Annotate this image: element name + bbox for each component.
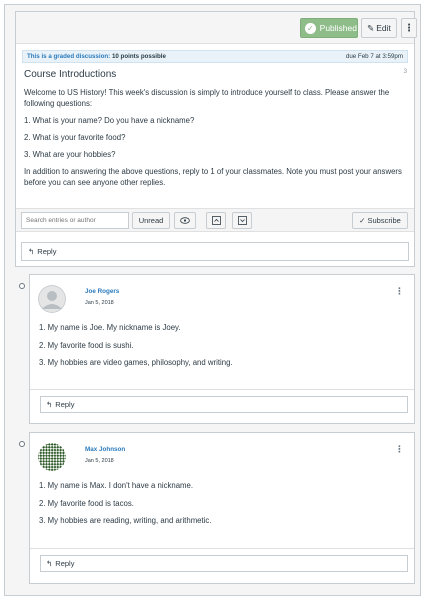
graded-info: This is a graded discussion: 10 points p… bbox=[27, 53, 166, 60]
subscribe-button[interactable]: ✓ Subscribe bbox=[352, 212, 408, 229]
entry-reply-button[interactable]: ↰ Reply bbox=[40, 396, 408, 413]
published-button[interactable]: ✓ Published bbox=[300, 18, 358, 38]
reply-arrow-icon: ↰ bbox=[28, 247, 35, 256]
avatar[interactable] bbox=[38, 443, 66, 471]
entry-date: Jan 5, 2018 bbox=[85, 300, 114, 306]
published-label: Published bbox=[319, 23, 357, 33]
entry-unread-indicator bbox=[19, 441, 25, 447]
entry-footer: ↰ Reply bbox=[30, 548, 414, 576]
unread-filter-button[interactable]: Unread bbox=[132, 212, 170, 229]
topic-title: Course Introductions bbox=[24, 69, 117, 80]
expand-all-button[interactable] bbox=[232, 212, 252, 229]
kebab-menu-icon[interactable]: ⋮ bbox=[395, 286, 404, 297]
entry-unread-indicator bbox=[19, 283, 25, 289]
entry-header: Joe Rogers Jan 5, 2018 ⋮ bbox=[30, 275, 414, 315]
entry-message: 1. My name is Max. I don't have a nickna… bbox=[30, 473, 414, 526]
graded-label: This is a graded discussion: bbox=[27, 53, 111, 60]
entry-date: Jan 5, 2018 bbox=[85, 458, 114, 464]
graded-discussion-banner: This is a graded discussion: 10 points p… bbox=[22, 50, 408, 63]
discussion-entry: Joe Rogers Jan 5, 2018 ⋮ 1. My name is J… bbox=[29, 274, 415, 424]
entry-header: Max Johnson Jan 5, 2018 ⋮ bbox=[30, 433, 414, 473]
expand-button[interactable] bbox=[174, 212, 196, 229]
topic-toolbar: ✓ Published ✎ Edit ⋮ bbox=[16, 12, 417, 44]
topic-paragraph: 1. What is your name? Do you have a nick… bbox=[24, 116, 195, 125]
due-date: due Feb 7 at 3:59pm bbox=[345, 53, 403, 60]
collapse-all-button[interactable] bbox=[206, 212, 226, 229]
topic-paragraph: 3. What are your hobbies? bbox=[24, 150, 116, 159]
kebab-menu-icon: ⋮ bbox=[404, 22, 414, 34]
topic-message: Welcome to US History! This week's discu… bbox=[16, 80, 414, 188]
points-possible: 10 points possible bbox=[111, 53, 166, 60]
entry-line: 3. My hobbies are reading, writing, and … bbox=[39, 516, 212, 525]
reply-label: Reply bbox=[55, 559, 75, 568]
kebab-menu-button[interactable]: ⋮ bbox=[401, 18, 417, 38]
entry-footer: ↰ Reply bbox=[30, 389, 414, 417]
pencil-icon: ✎ bbox=[367, 22, 375, 33]
collapse-icon bbox=[211, 216, 221, 225]
author-name[interactable]: Max Johnson bbox=[85, 446, 125, 453]
topic-paragraph: Welcome to US History! This week's discu… bbox=[24, 88, 390, 108]
topic-title-row: Course Introductions 3 bbox=[16, 63, 414, 80]
topic-paragraph: In addition to answering the above quest… bbox=[24, 167, 402, 187]
entry-line: 3. My hobbies are video games, philosoph… bbox=[39, 358, 233, 367]
kebab-menu-icon[interactable]: ⋮ bbox=[395, 444, 404, 455]
check-icon: ✓ bbox=[305, 22, 316, 34]
author-name[interactable]: Joe Rogers bbox=[85, 288, 119, 295]
eye-icon bbox=[180, 217, 190, 224]
entry-line: 1. My name is Joe. My nickname is Joey. bbox=[39, 323, 181, 332]
edit-label: Edit bbox=[376, 23, 391, 33]
discussion-topic-panel: ✓ Published ✎ Edit ⋮ This is a graded di… bbox=[15, 11, 417, 267]
discussion-page: ✓ Published ✎ Edit ⋮ This is a graded di… bbox=[4, 4, 421, 596]
entry-reply-button[interactable]: ↰ Reply bbox=[40, 555, 408, 572]
topic-reply-button[interactable]: ↰ Reply bbox=[21, 242, 409, 261]
subscribe-label: Subscribe bbox=[367, 216, 401, 225]
entry-message: 1. My name is Joe. My nickname is Joey. … bbox=[30, 315, 414, 368]
checkmark-icon: ✓ bbox=[359, 216, 366, 225]
entry-line: 1. My name is Max. I don't have a nickna… bbox=[39, 481, 194, 490]
topic-paragraph: 2. What is your favorite food? bbox=[24, 133, 126, 142]
pattern-avatar-icon bbox=[38, 443, 66, 471]
expand-icon bbox=[237, 216, 247, 225]
topic-badge: 3 bbox=[403, 69, 407, 75]
reply-arrow-icon: ↰ bbox=[46, 400, 53, 409]
entry-line: 2. My favorite food is tacos. bbox=[39, 498, 134, 508]
avatar[interactable] bbox=[38, 285, 66, 313]
default-avatar-icon bbox=[38, 285, 66, 313]
filter-bar: Unread ✓ Subscribe bbox=[16, 208, 414, 232]
reply-arrow-icon: ↰ bbox=[46, 559, 53, 568]
entry-line: 2. My favorite food is sushi. bbox=[39, 340, 134, 350]
search-input[interactable] bbox=[21, 212, 129, 229]
discussion-entry: Max Johnson Jan 5, 2018 ⋮ 1. My name is … bbox=[29, 432, 415, 584]
reply-label: Reply bbox=[37, 247, 57, 256]
edit-button[interactable]: ✎ Edit bbox=[361, 18, 397, 38]
reply-label: Reply bbox=[55, 400, 75, 409]
